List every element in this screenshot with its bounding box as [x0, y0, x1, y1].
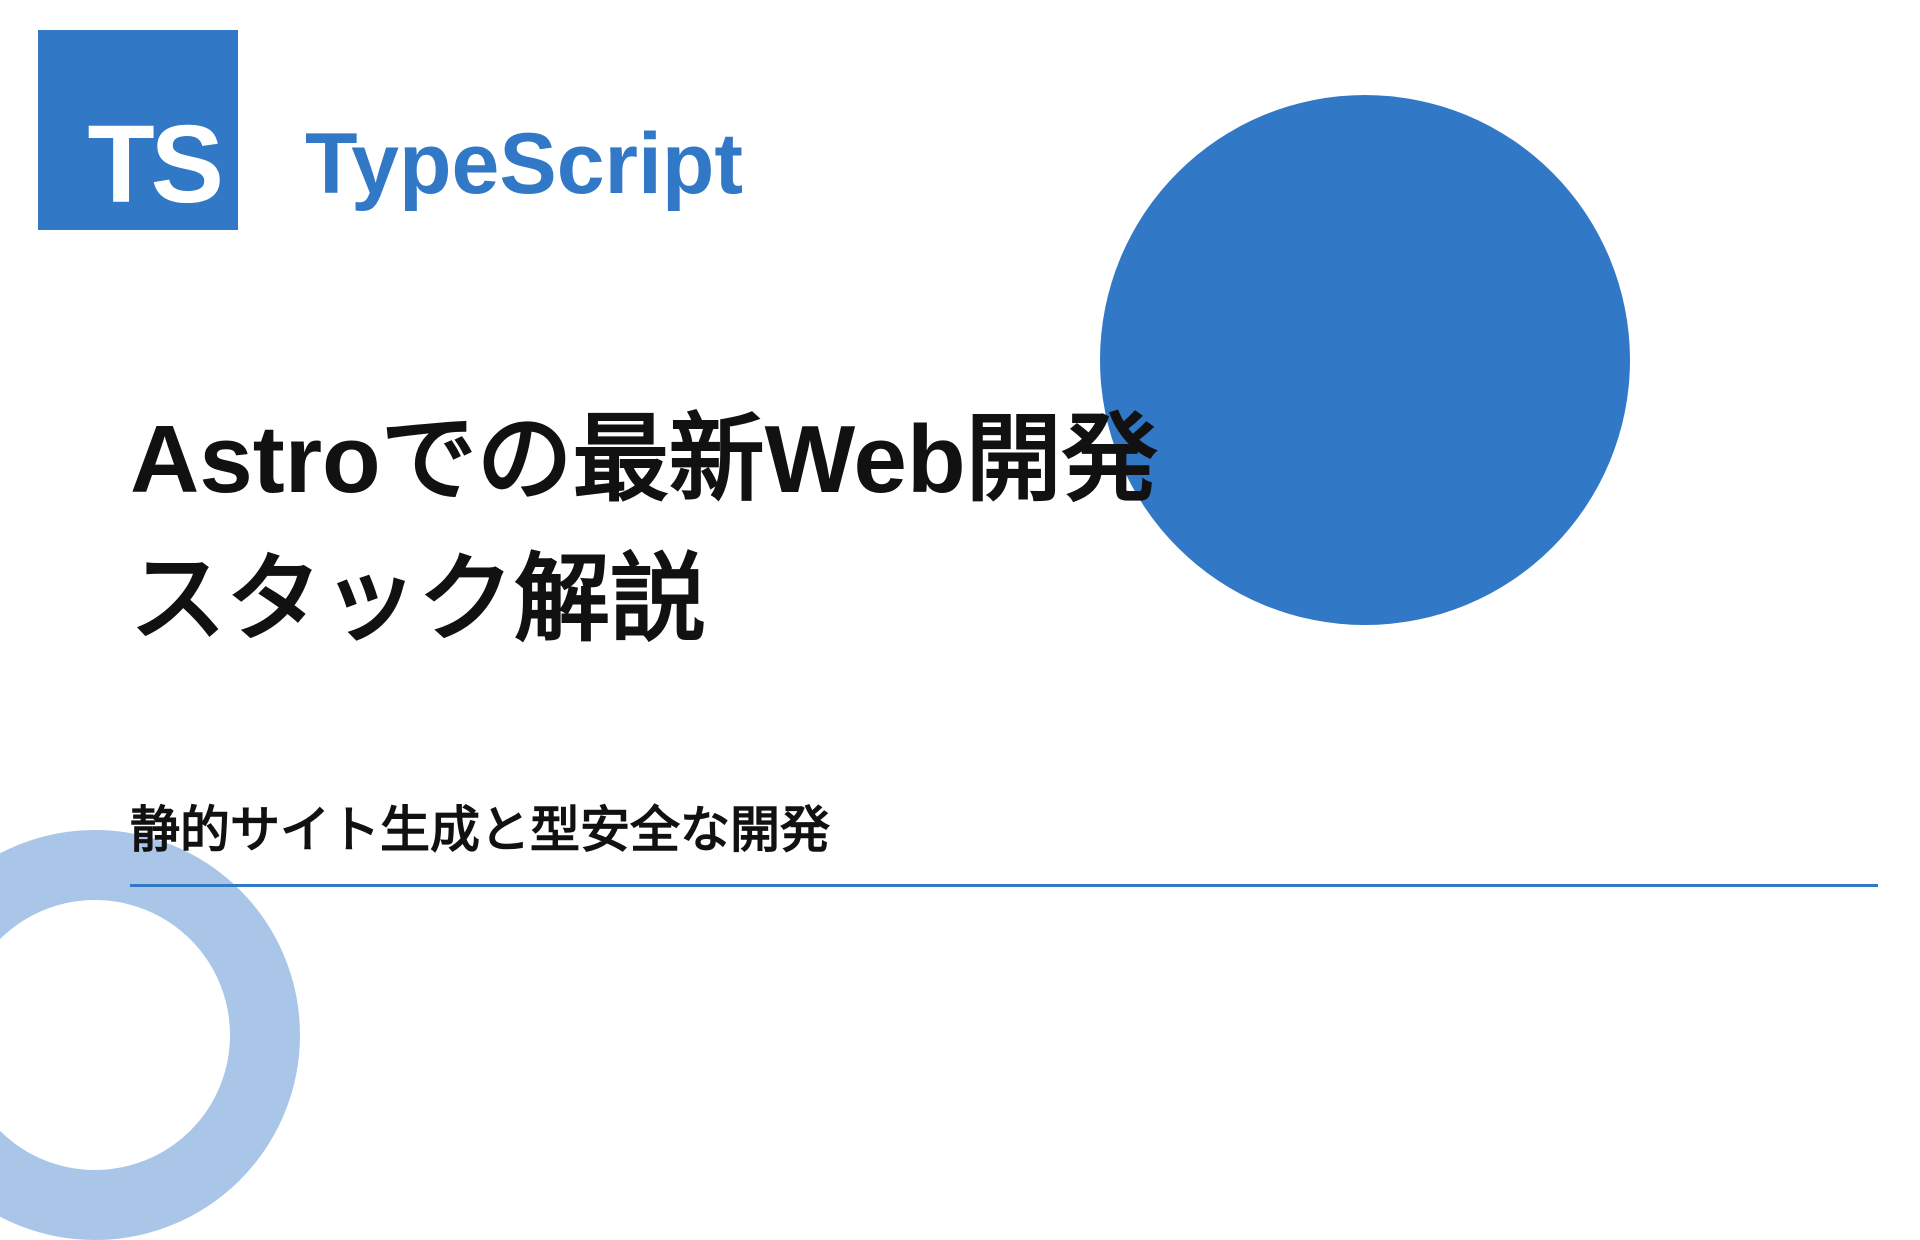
brand-label: TypeScript [305, 115, 743, 214]
subtitle-block: 静的サイト生成と型安全な開発 [130, 790, 1878, 887]
slide-title: Astroでの最新Web開発スタック解説 [130, 390, 1180, 670]
slide-subtitle: 静的サイト生成と型安全な開発 [130, 790, 1878, 884]
decorative-ring [0, 830, 300, 1240]
divider-line [130, 884, 1878, 887]
logo-text: TS [87, 110, 220, 220]
typescript-logo-icon: TS [38, 30, 238, 230]
